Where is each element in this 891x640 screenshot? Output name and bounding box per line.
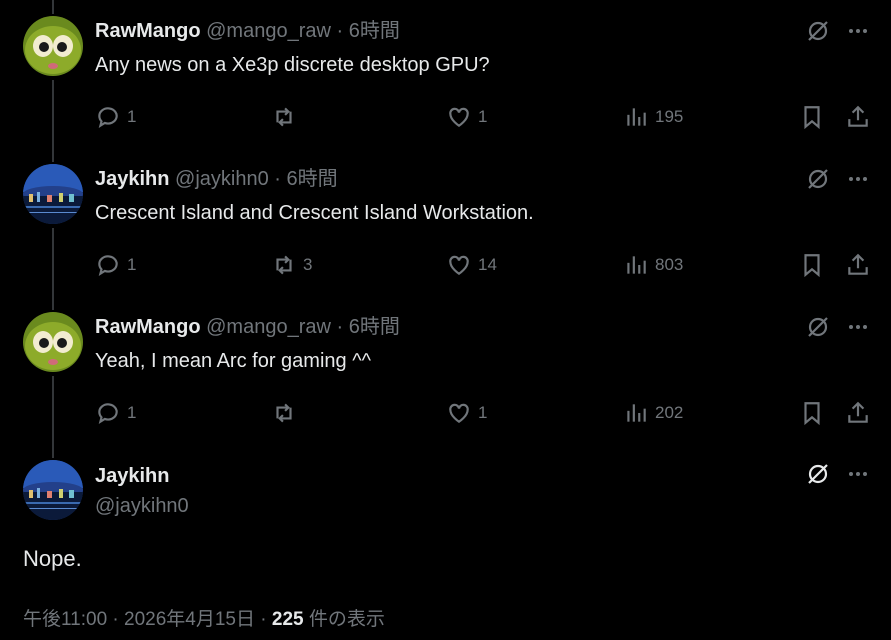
reply-icon (98, 107, 118, 129)
grok-icon[interactable] (805, 314, 831, 340)
avatar[interactable] (23, 164, 83, 224)
reply-count: 1 (127, 403, 137, 422)
retweet-icon (276, 403, 292, 423)
action-bar: 1 1 202 (0, 398, 891, 428)
view-count: 803 (655, 255, 684, 274)
display-name[interactable]: Jaykihn (95, 168, 169, 190)
reply-count: 1 (127, 255, 137, 274)
share-icon (848, 105, 868, 127)
share-button[interactable] (845, 102, 871, 132)
reply-count: 1 (127, 107, 137, 126)
view-count: 195 (655, 107, 684, 126)
grok-icon[interactable] (805, 461, 831, 487)
bookmark-button[interactable] (799, 102, 825, 132)
view-count: 225 (271, 609, 304, 630)
bookmark-icon (804, 402, 820, 426)
tweet-header: Jaykihn @jaykihn0 · 6時間 (95, 164, 338, 194)
heart-icon (449, 255, 469, 275)
heart-icon (449, 107, 469, 127)
thread-line (52, 0, 54, 14)
tweet-text: Crescent Island and Crescent Island Work… (95, 202, 534, 224)
tweet-meta: 午後11:00 · 2026年4月15日 · 225 件の表示 (23, 604, 385, 631)
reply-icon (98, 403, 118, 425)
tweet-text: Yeah, I mean Arc for gaming ^^ (95, 350, 371, 372)
separator: · (268, 168, 287, 190)
like-button[interactable]: 1 (446, 102, 487, 132)
timestamp[interactable]: 6時間 (287, 168, 338, 190)
action-bar: 1 3 14 803 (0, 250, 891, 280)
view-label: 件の表示 (303, 609, 385, 630)
more-icon[interactable] (845, 166, 871, 192)
bookmark-icon (804, 254, 820, 278)
more-icon[interactable] (845, 18, 871, 44)
main-tweet-header: Jaykihn @jaykihn0 (95, 461, 189, 521)
timestamp[interactable]: 6時間 (349, 20, 400, 42)
like-count: 14 (478, 255, 497, 274)
bookmark-icon (804, 106, 820, 130)
user-handle[interactable]: @mango_raw (206, 316, 331, 338)
grok-icon[interactable] (805, 166, 831, 192)
like-button[interactable]: 14 (446, 250, 497, 280)
display-name[interactable]: RawMango (95, 20, 201, 42)
display-name[interactable]: RawMango (95, 316, 201, 338)
retweet-button[interactable]: 3 (271, 250, 312, 280)
retweet-button[interactable] (271, 102, 303, 132)
retweet-button[interactable] (271, 398, 303, 428)
retweet-icon (276, 107, 292, 127)
views-button[interactable]: 202 (623, 398, 683, 428)
views-button[interactable]: 195 (623, 102, 683, 132)
views-icon (627, 256, 646, 274)
separator: · (330, 316, 349, 338)
grok-icon[interactable] (805, 18, 831, 44)
like-button[interactable]: 1 (446, 398, 487, 428)
bookmark-button[interactable] (799, 250, 825, 280)
tweet-header: RawMango @mango_raw · 6時間 (95, 16, 400, 46)
separator: · (330, 20, 349, 42)
views-icon (627, 404, 646, 422)
tweet-text: Nope. (23, 546, 82, 571)
user-handle[interactable]: @jaykihn0 (95, 491, 189, 521)
avatar[interactable] (23, 460, 83, 520)
reply-icon (98, 255, 118, 277)
tweet-header: RawMango @mango_raw · 6時間 (95, 312, 400, 342)
reply-button[interactable]: 1 (95, 398, 136, 428)
views-icon (627, 108, 646, 126)
share-button[interactable] (845, 398, 871, 428)
timestamp[interactable]: 午後11:00 · 2026年4月15日 · (23, 609, 272, 630)
bookmark-button[interactable] (799, 398, 825, 428)
reply-button[interactable]: 1 (95, 102, 136, 132)
tweet-text: Any news on a Xe3p discrete desktop GPU? (95, 54, 490, 76)
display-name[interactable]: Jaykihn (95, 461, 189, 491)
avatar[interactable] (23, 16, 83, 76)
share-icon (848, 253, 868, 275)
more-icon[interactable] (845, 461, 871, 487)
share-icon (848, 401, 868, 423)
view-count: 202 (655, 403, 684, 422)
user-handle[interactable]: @mango_raw (206, 20, 331, 42)
retweet-icon (276, 255, 292, 275)
share-button[interactable] (845, 250, 871, 280)
retweet-count: 3 (303, 255, 313, 274)
timestamp[interactable]: 6時間 (349, 316, 400, 338)
more-icon[interactable] (845, 314, 871, 340)
like-count: 1 (478, 403, 488, 422)
heart-icon (449, 403, 469, 423)
like-count: 1 (478, 107, 488, 126)
reply-button[interactable]: 1 (95, 250, 136, 280)
views-button[interactable]: 803 (623, 250, 683, 280)
user-handle[interactable]: @jaykihn0 (175, 168, 269, 190)
action-bar: 1 1 195 (0, 102, 891, 132)
avatar[interactable] (23, 312, 83, 372)
